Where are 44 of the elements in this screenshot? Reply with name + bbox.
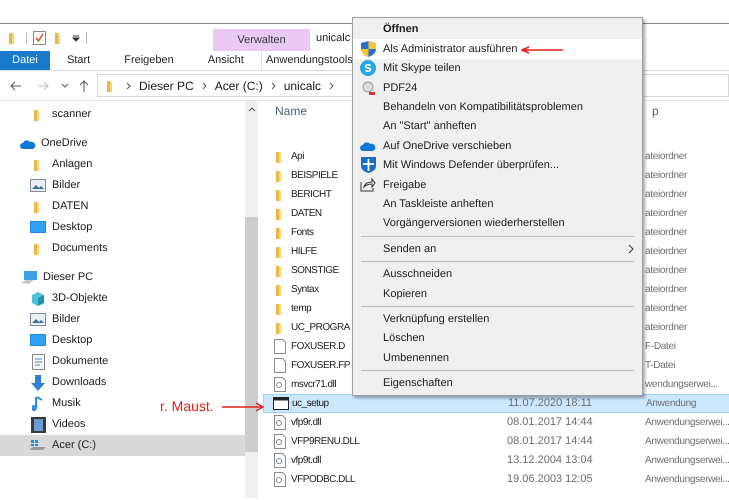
file-name: Fonts [291,227,314,238]
file-name: temp [291,303,312,314]
file-type: Anwendungserwei... [645,416,729,430]
context-tab-header: Verwalten [213,29,310,51]
file-type: ateiordner [645,264,688,278]
file-type: ateiordner [645,207,688,221]
file-date: 08.01.2017 14:44 [507,416,593,428]
file-type: ateiordner [645,283,688,297]
file-name: Api [291,151,304,162]
file-date: 13.12.2004 13:04 [507,454,593,466]
file-name: msvcr71.dll [291,379,336,390]
file-name: vfp9t.dll [291,455,321,466]
file-name: DATEN [291,208,322,220]
file-type: F-Datei [645,340,676,354]
file-name: FOXUSER.D [291,341,345,352]
file-type: Anwendungserwei... [645,435,729,449]
file-type: Anwendungserwei... [645,454,729,468]
file-date: 19.06.2003 12:05 [507,473,593,486]
file-type: ateiordner [645,169,688,183]
file-name: VFP9RENU.DLL [291,436,360,448]
file-date: 11.07.2020 18:11 [508,397,592,410]
file-type: ateiordner [645,302,688,316]
window-title: unicalc [316,30,350,46]
file-name: VFPODBC.DLL [291,474,355,486]
file-name: uc_setup [292,398,329,410]
file-type: wendungserwei... [645,378,718,392]
file-name: BEISPIELE [291,170,338,182]
file-type: ateiordner [645,321,688,335]
file-type: ateiordner [645,188,688,202]
file-type: Anwendungserwei... [645,473,729,487]
file-date: 08.01.2017 14:44 [507,435,593,448]
file-name: HILFE [291,246,317,258]
file-name: FOXUSER.FP [291,360,350,372]
file-name: SONSTIGE [291,265,339,276]
file-type: Anwendung [646,397,696,411]
file-name: vfp9r.dll [291,417,321,428]
file-type: ateiordner [645,150,688,164]
file-name: Syntax [291,284,319,296]
file-type: ateiordner [645,226,688,240]
file-type: ateiordner [645,245,688,259]
file-name: UC_PROGRA [291,322,350,334]
annotation-text: r. Maust. [160,397,214,416]
file-type: T-Datei [645,359,676,373]
file-name: BERICHT [291,189,332,200]
